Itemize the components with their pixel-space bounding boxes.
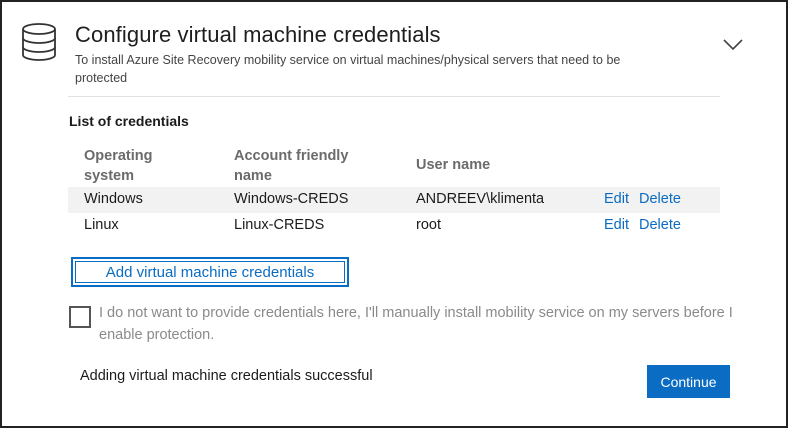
delete-link[interactable]: Delete xyxy=(639,217,681,233)
cell-user: ANDREEV\klimenta xyxy=(416,191,545,207)
column-header-user: User name xyxy=(416,157,491,173)
credentials-list-title: List of credentials xyxy=(69,113,189,129)
table-row: Windows Windows-CREDS ANDREEV\klimenta E… xyxy=(68,187,720,213)
cell-os: Linux xyxy=(84,217,119,233)
edit-link[interactable]: Edit xyxy=(604,217,629,233)
column-header-os: Operating system xyxy=(84,148,153,184)
status-message: Adding virtual machine credentials succe… xyxy=(80,368,373,384)
database-icon xyxy=(22,23,56,61)
cell-account: Windows-CREDS xyxy=(234,191,349,207)
chevron-down-icon[interactable] xyxy=(722,38,744,52)
panel-subtitle: To install Azure Site Recovery mobility … xyxy=(75,53,621,85)
manual-install-checkbox[interactable] xyxy=(69,306,91,328)
header-divider xyxy=(68,96,720,97)
table-row: Linux Linux-CREDS root Edit Delete xyxy=(68,213,720,239)
cell-account: Linux-CREDS xyxy=(234,217,325,233)
delete-link[interactable]: Delete xyxy=(639,191,681,207)
credentials-panel: Configure virtual machine credentials To… xyxy=(0,0,788,428)
panel-title: Configure virtual machine credentials xyxy=(75,22,441,47)
cell-user: root xyxy=(416,217,441,233)
add-credentials-button[interactable]: Add virtual machine credentials xyxy=(71,257,349,287)
edit-link[interactable]: Edit xyxy=(604,191,629,207)
continue-button[interactable]: Continue xyxy=(647,365,730,398)
column-header-account: Account friendly name xyxy=(234,148,349,184)
cell-os: Windows xyxy=(84,191,143,207)
manual-install-label: I do not want to provide credentials her… xyxy=(99,305,733,343)
